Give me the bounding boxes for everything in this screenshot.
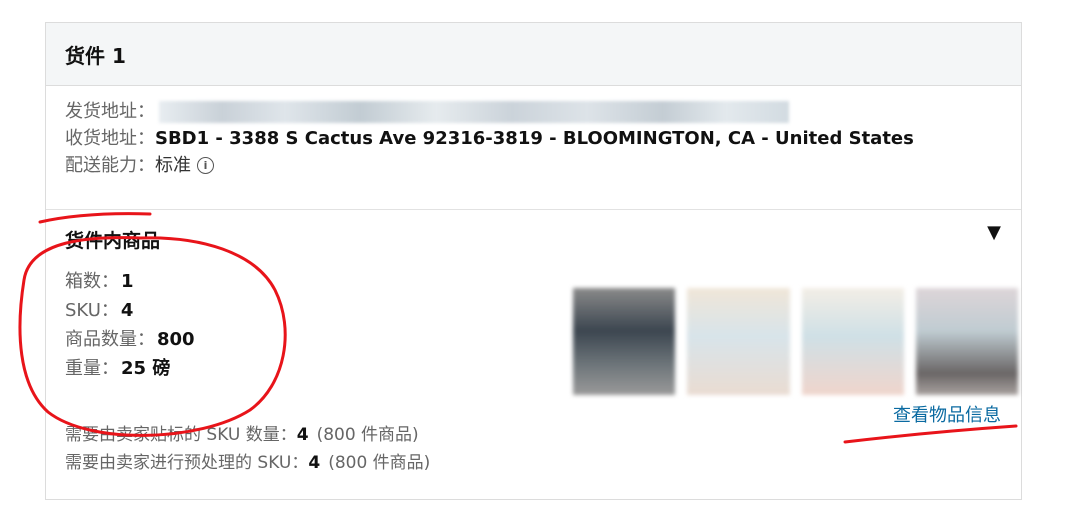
stat-value: 1 xyxy=(121,271,134,292)
product-thumbnail[interactable] xyxy=(915,288,1018,395)
seller-row-label: 需要由卖家贴标的 SKU 数量： xyxy=(65,425,297,445)
items-section: 货件内商品 ▼ 箱数： 1 SKU： 4 商品数量： 800 重量： 25 磅 xyxy=(46,210,1021,473)
address-section: 发货地址： 收货地址： SBD1 - 3388 S Cactus Ave 923… xyxy=(46,86,1021,210)
seller-row-label: 需要由卖家进行预处理的 SKU： xyxy=(65,453,309,473)
stat-label: 重量： xyxy=(65,358,119,379)
stat-label: SKU： xyxy=(65,300,119,321)
seller-label-row: 需要由卖家贴标的 SKU 数量： 4 (800 件商品) xyxy=(65,421,430,449)
capability-row: 配送能力： 标准 i xyxy=(65,152,1021,179)
product-thumbnail[interactable] xyxy=(573,288,676,395)
info-circle-icon[interactable]: i xyxy=(197,157,214,174)
ship-from-row: 发货地址： xyxy=(65,98,1021,125)
product-thumbnails xyxy=(573,288,1018,395)
seller-row-value: 4 xyxy=(308,453,321,473)
stat-value: 25 磅 xyxy=(121,358,171,379)
capability-value: 标准 xyxy=(155,155,191,176)
ship-from-redacted xyxy=(159,100,789,123)
seller-prep-info: 需要由卖家贴标的 SKU 数量： 4 (800 件商品) 需要由卖家进行预处理的… xyxy=(65,421,430,477)
view-items-link[interactable]: 查看物品信息 xyxy=(893,401,1001,427)
stat-value: 4 xyxy=(120,300,134,321)
ship-to-row: 收货地址： SBD1 - 3388 S Cactus Ave 92316-381… xyxy=(65,125,1021,152)
items-title: 货件内商品 xyxy=(65,230,161,252)
capability-label: 配送能力： xyxy=(65,155,155,176)
caret-down-icon[interactable]: ▼ xyxy=(987,222,1001,243)
stat-label: 商品数量： xyxy=(65,329,155,350)
seller-row-value: 4 xyxy=(296,425,309,445)
product-thumbnail[interactable] xyxy=(801,288,904,395)
ship-to-label: 收货地址： xyxy=(65,128,155,149)
shipment-title: 货件 1 xyxy=(65,43,126,68)
card-header: 货件 1 xyxy=(46,23,1021,86)
seller-row-paren: (800 件商品) xyxy=(316,425,419,445)
product-thumbnail[interactable] xyxy=(687,288,790,395)
stat-value: 800 xyxy=(157,329,195,350)
seller-row-paren: (800 件商品) xyxy=(328,453,431,473)
ship-to-value: SBD1 - 3388 S Cactus Ave 92316-3819 - BL… xyxy=(155,128,914,149)
seller-prep-row: 需要由卖家进行预处理的 SKU： 4 (800 件商品) xyxy=(65,449,430,477)
shipment-card: 货件 1 发货地址： 收货地址： SBD1 - 3388 S Cactus Av… xyxy=(45,22,1022,500)
ship-from-label: 发货地址： xyxy=(65,101,155,122)
stat-label: 箱数： xyxy=(65,271,119,292)
